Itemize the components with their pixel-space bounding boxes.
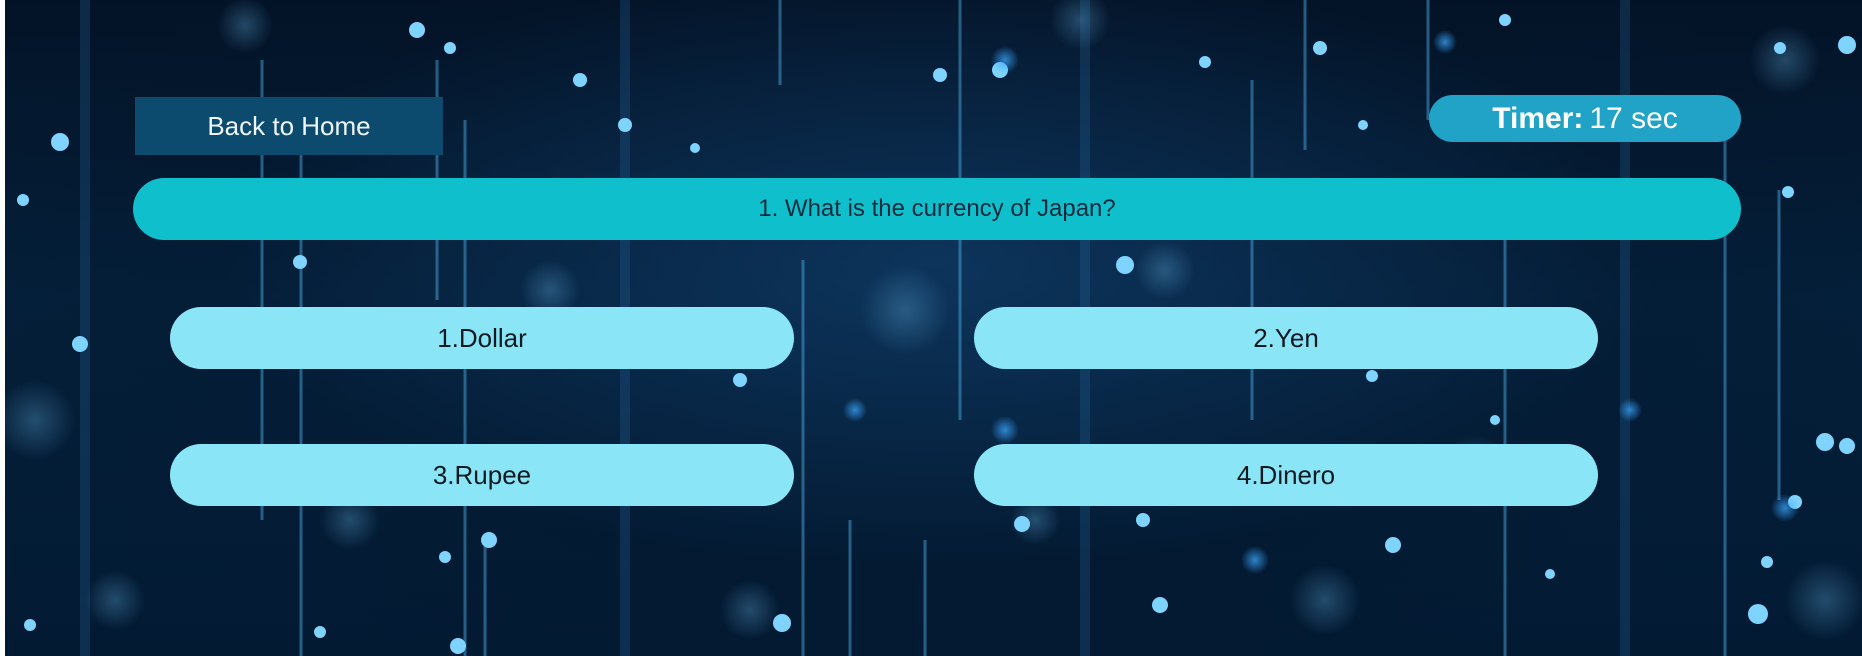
back-to-home-button[interactable]: Back to Home bbox=[135, 97, 443, 155]
quiz-screen: Back to Home Timer: 17 sec 1. What is th… bbox=[5, 0, 1862, 656]
answer-option-3[interactable]: 3.Rupee bbox=[170, 444, 794, 506]
answer-option-2[interactable]: 2.Yen bbox=[974, 307, 1598, 369]
timer-value: 17 sec bbox=[1589, 101, 1678, 135]
timer-display: Timer: 17 sec bbox=[1429, 95, 1741, 142]
question-text: 1. What is the currency of Japan? bbox=[133, 178, 1741, 240]
timer-label: Timer: bbox=[1492, 101, 1584, 135]
answer-option-1[interactable]: 1.Dollar bbox=[170, 307, 794, 369]
answer-option-4[interactable]: 4.Dinero bbox=[974, 444, 1598, 506]
